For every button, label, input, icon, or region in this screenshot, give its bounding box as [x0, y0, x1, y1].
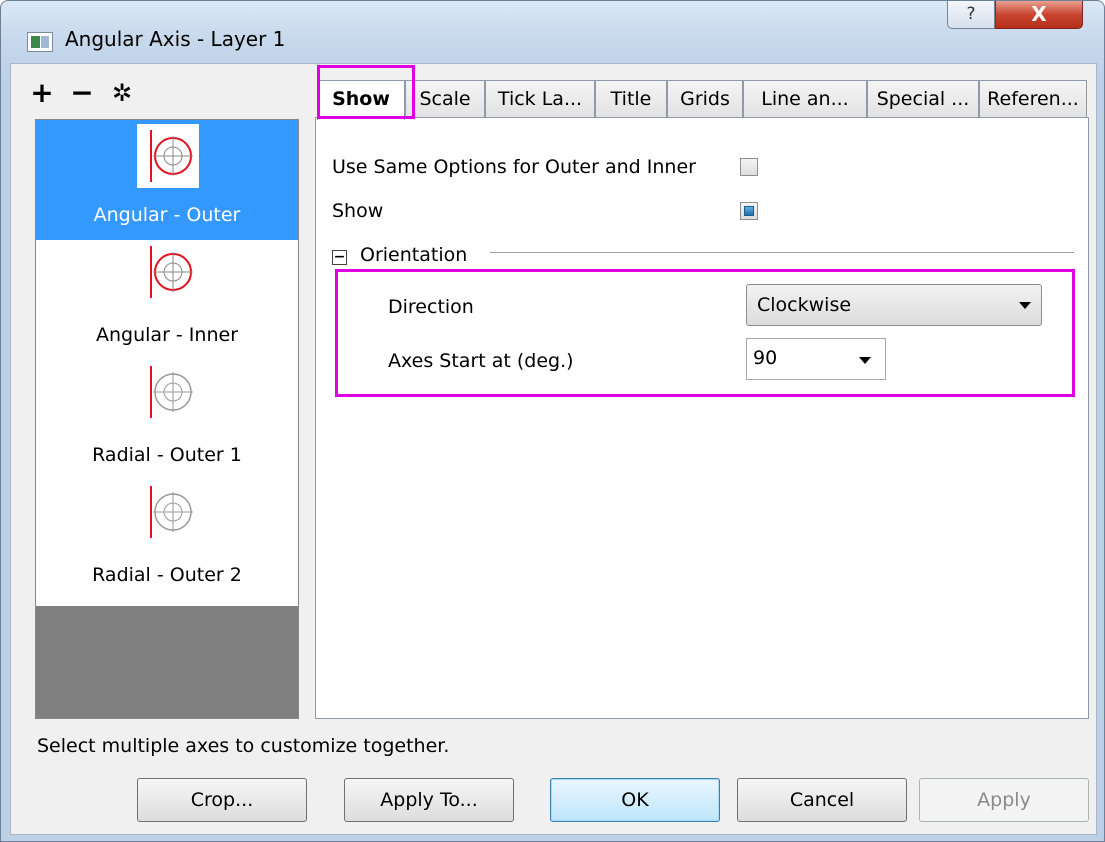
- orientation-divider: [490, 252, 1074, 253]
- ok-button[interactable]: OK: [550, 778, 720, 822]
- axis-item-radial-outer-1[interactable]: Radial - Outer 1: [36, 360, 298, 480]
- remove-axis-button[interactable]: −: [67, 79, 97, 107]
- chevron-down-icon: [1019, 302, 1031, 309]
- axis-item-label: Radial - Outer 2: [92, 564, 242, 586]
- chevron-down-icon: [859, 357, 871, 364]
- apply-to-button[interactable]: Apply To...: [344, 778, 514, 822]
- axis-item-angular-inner[interactable]: Angular - Inner: [36, 240, 298, 360]
- orientation-collapse-toggle[interactable]: −: [332, 250, 347, 265]
- direction-label: Direction: [388, 296, 474, 318]
- axis-list: Angular - Outer Angular - Inner Radial -…: [35, 119, 299, 719]
- app-icon: [27, 32, 53, 52]
- axis-item-label: Angular - Inner: [96, 324, 238, 346]
- tab-title[interactable]: Title: [595, 80, 667, 118]
- axis-list-empty-area: [36, 606, 298, 718]
- tab-grids[interactable]: Grids: [667, 80, 743, 118]
- crop-button[interactable]: Crop...: [137, 778, 307, 822]
- show-label: Show: [332, 200, 384, 222]
- polar-radial-icon: [137, 480, 199, 544]
- tab-line-and-ticks[interactable]: Line an...: [743, 80, 867, 118]
- apply-button[interactable]: Apply: [919, 778, 1089, 822]
- title-bar[interactable]: Angular Axis - Layer 1 ? X: [1, 1, 1104, 52]
- start-angle-label: Axes Start at (deg.): [388, 350, 574, 372]
- polar-inner-angular-icon: [137, 240, 199, 304]
- axis-toolbar: + − ✲: [27, 78, 137, 108]
- tab-special-ticks[interactable]: Special ...: [867, 80, 979, 118]
- close-button[interactable]: X: [995, 1, 1083, 29]
- help-button[interactable]: ?: [947, 1, 995, 29]
- dialog-window: Angular Axis - Layer 1 ? X + − ✲ Angular…: [0, 0, 1105, 842]
- tab-show[interactable]: Show: [317, 80, 405, 120]
- polar-radial-icon: [137, 360, 199, 424]
- window-title: Angular Axis - Layer 1: [65, 27, 286, 51]
- settings-gear-icon[interactable]: ✲: [107, 79, 137, 107]
- orientation-group-label: Orientation: [360, 244, 468, 266]
- tab-scale[interactable]: Scale: [405, 80, 485, 118]
- axis-item-angular-outer[interactable]: Angular - Outer: [36, 120, 298, 240]
- tab-reference-lines[interactable]: Referen...: [979, 80, 1087, 118]
- direction-dropdown[interactable]: Clockwise: [746, 284, 1042, 326]
- axis-item-label: Radial - Outer 1: [92, 444, 242, 466]
- direction-value: Clockwise: [757, 294, 852, 316]
- axis-item-label: Angular - Outer: [93, 204, 241, 226]
- cancel-button[interactable]: Cancel: [737, 778, 907, 822]
- polar-outer-angular-icon: [137, 124, 199, 188]
- status-text: Select multiple axes to customize togeth…: [37, 735, 450, 757]
- add-axis-button[interactable]: +: [27, 79, 57, 107]
- show-tab-panel: Use Same Options for Outer and Inner Sho…: [315, 117, 1089, 719]
- start-angle-value: 90: [753, 347, 778, 369]
- start-angle-combobox[interactable]: 90: [746, 338, 886, 380]
- tab-tick-labels[interactable]: Tick La...: [485, 80, 595, 118]
- same-options-checkbox[interactable]: [740, 158, 758, 176]
- show-checkbox[interactable]: [740, 202, 758, 220]
- axis-item-radial-outer-2[interactable]: Radial - Outer 2: [36, 480, 298, 600]
- same-options-label: Use Same Options for Outer and Inner: [332, 156, 696, 178]
